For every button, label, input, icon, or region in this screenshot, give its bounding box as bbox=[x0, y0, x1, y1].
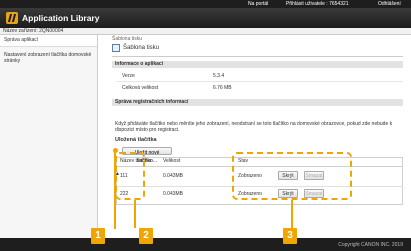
callout-3-leader bbox=[291, 200, 293, 228]
device-name-bar: Název zařízení: 2QN00004 bbox=[0, 28, 411, 35]
app-logo-icon bbox=[6, 12, 18, 24]
saved-buttons-heading: Uložená tlačítka bbox=[115, 137, 157, 143]
sidebar-item-app-management[interactable]: Správa aplikací bbox=[0, 35, 97, 47]
callout-2-badge: 2 bbox=[139, 228, 153, 244]
sidebar-item-home-button-settings[interactable]: Nastavení zobrazení tlačítka domovské st… bbox=[0, 47, 97, 67]
footer: Copyright CANON INC. 2019 bbox=[0, 238, 411, 251]
logged-user: Přihlásit uživatele : 7654321 bbox=[286, 1, 349, 7]
size-label: Celková velikost bbox=[122, 85, 159, 91]
print-template-icon bbox=[112, 44, 120, 52]
callout-1-badge: 1 bbox=[91, 228, 105, 244]
reg-info-heading: Správa registračních informací bbox=[112, 99, 403, 106]
portal-link[interactable]: Na portál bbox=[248, 1, 268, 7]
divider bbox=[112, 56, 403, 57]
page-title-text: Šablona tisku bbox=[123, 45, 160, 51]
callout-2-leader bbox=[134, 200, 136, 228]
callout-3-box bbox=[232, 152, 352, 200]
app-header: Application Library bbox=[0, 8, 411, 28]
top-bar: Na portál Přihlásit uživatele : 7654321 … bbox=[0, 0, 411, 8]
page-title: Šablona tisku bbox=[112, 44, 159, 52]
version-label: Verze bbox=[122, 73, 135, 79]
app-title: Application Library bbox=[22, 13, 100, 23]
copyright-text: Copyright CANON INC. 2019 bbox=[338, 242, 403, 248]
row-size: 0.043MB bbox=[163, 191, 184, 197]
breadcrumb: Šablona tisku bbox=[112, 36, 143, 42]
row-size: 0.043MB bbox=[163, 173, 184, 179]
reg-info-description: Když přidáváte tlačítko nebo měníte jeho… bbox=[115, 121, 393, 133]
col-header-size: Velikost bbox=[163, 158, 181, 164]
sidebar: Správa aplikací Nastavení zobrazení tlač… bbox=[0, 35, 98, 238]
divider bbox=[116, 81, 403, 82]
callout-3-badge: 3 bbox=[283, 228, 297, 244]
logout-link[interactable]: Odhlášení bbox=[378, 1, 401, 7]
size-value: 6.76 MB bbox=[213, 85, 232, 91]
main-content: Šablona tisku Šablona tisku Informace o … bbox=[98, 35, 411, 238]
callout-2-box bbox=[115, 152, 145, 200]
app-info-heading: Informace o aplikaci bbox=[112, 61, 403, 68]
version-value: 5.3.4 bbox=[213, 73, 225, 79]
